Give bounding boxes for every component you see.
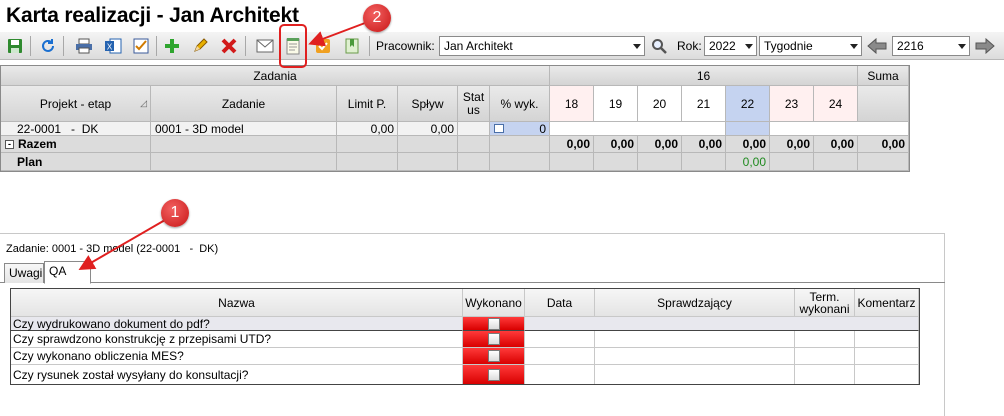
annotation-arrows xyxy=(78,22,366,271)
annotation-arrow-1 xyxy=(78,219,166,271)
annotation-arrow-2 xyxy=(308,22,366,47)
annotation-badge-1: 1 xyxy=(161,199,189,227)
annotation-badge-2: 2 xyxy=(363,4,391,32)
